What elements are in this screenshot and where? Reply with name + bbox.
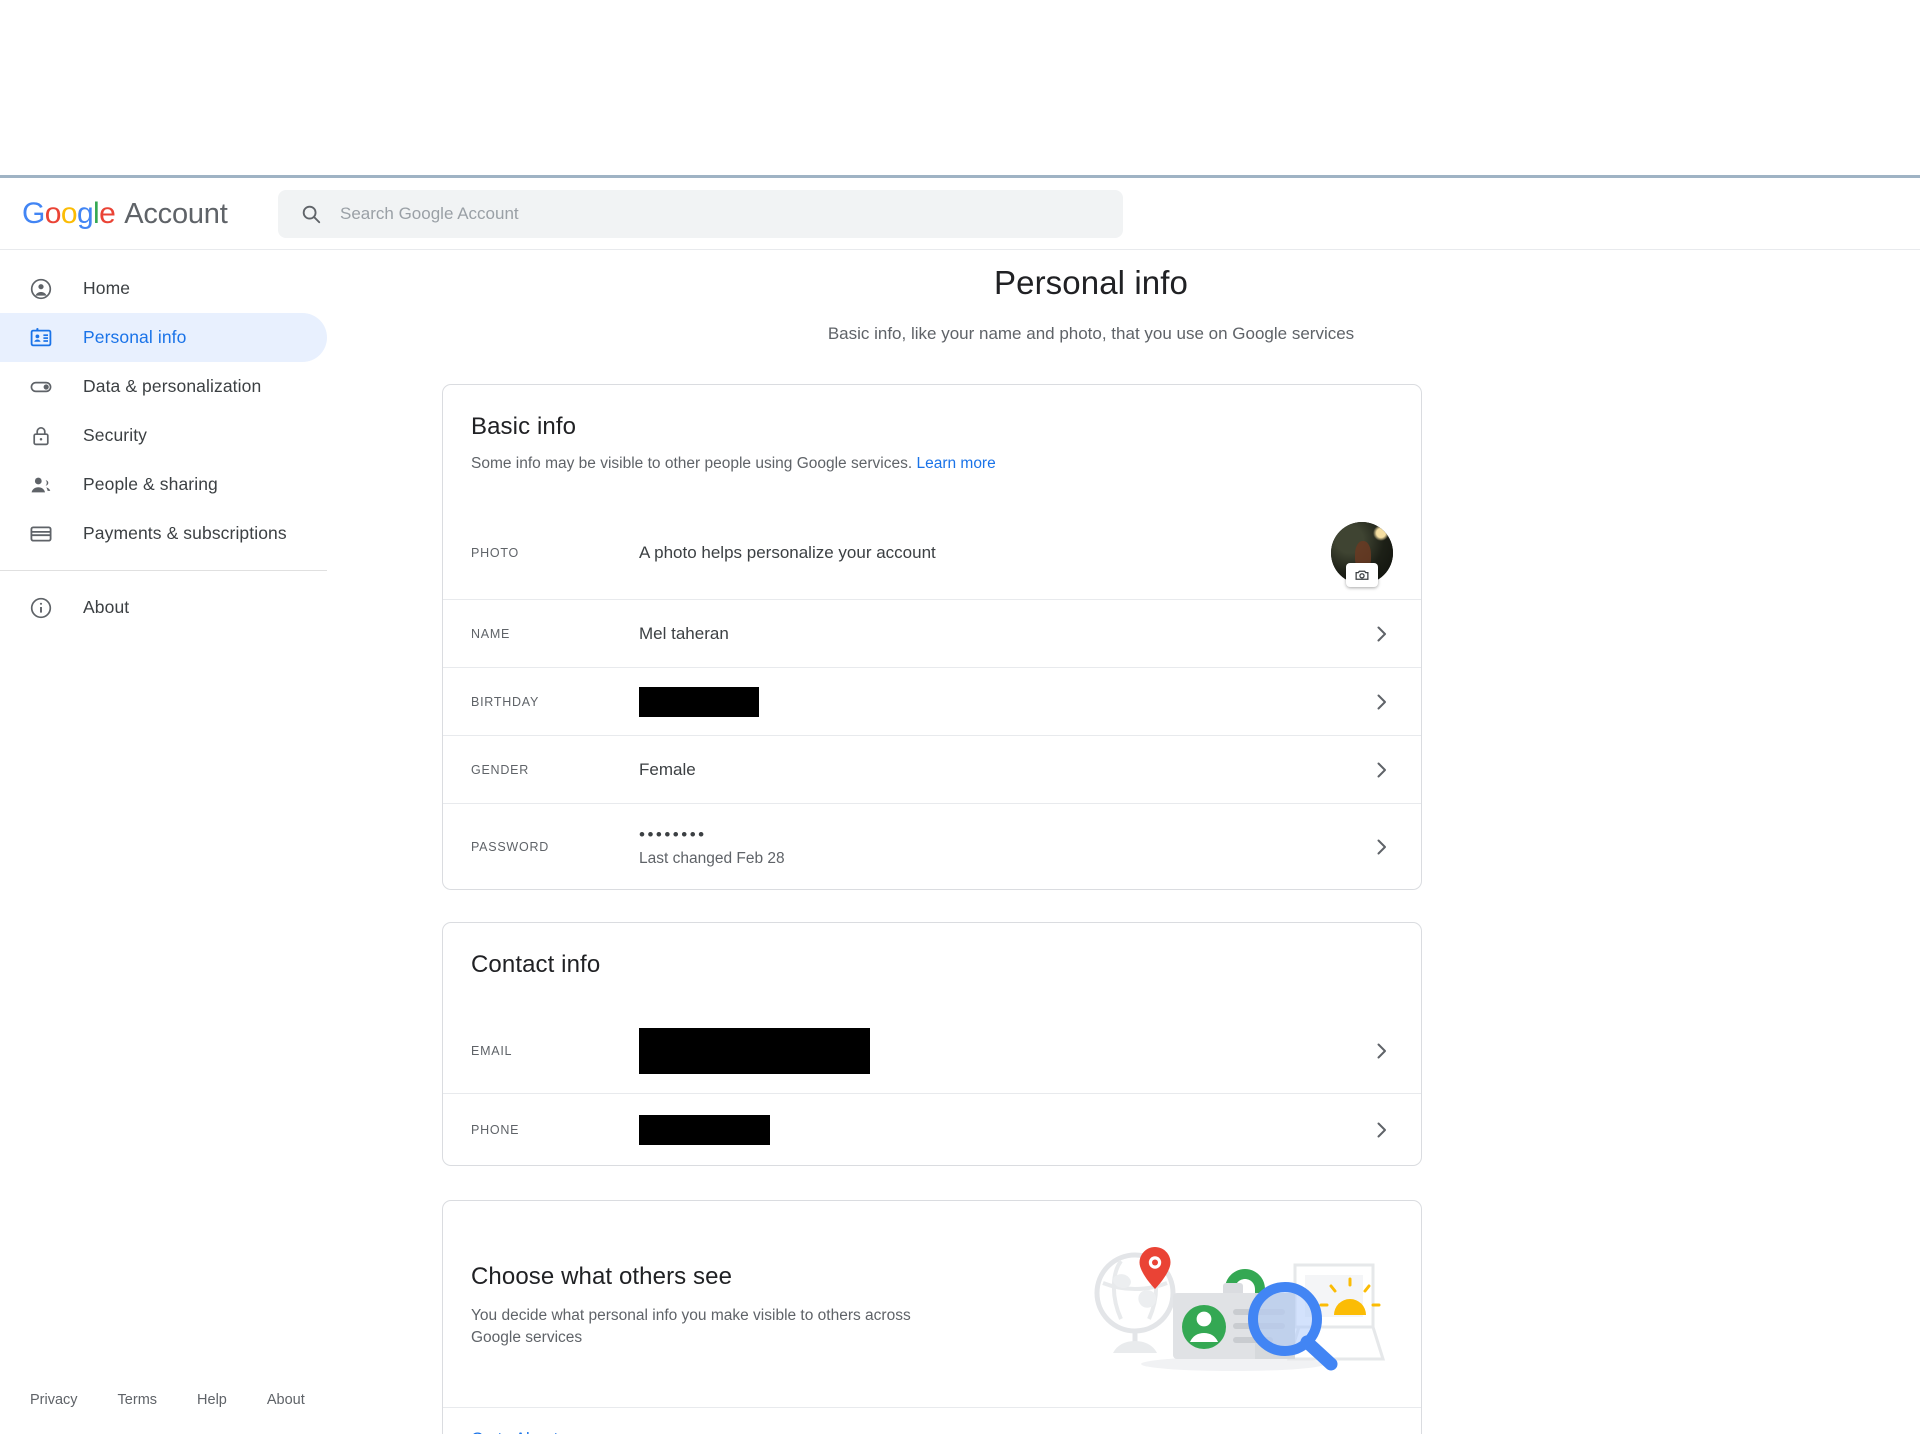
contact-info-title: Contact info bbox=[471, 951, 1393, 979]
sidebar-item-personal-info[interactable]: Personal info bbox=[0, 313, 327, 362]
sidebar-item-payments-subscriptions[interactable]: Payments & subscriptions bbox=[0, 509, 330, 558]
choose-card-body: Choose what others see You decide what p… bbox=[443, 1201, 1421, 1407]
brand-logo[interactable]: Google Account bbox=[22, 197, 254, 231]
redaction-bar-phone bbox=[639, 1115, 770, 1145]
chevron-right-icon bbox=[1369, 758, 1393, 782]
gender-value: Female bbox=[639, 760, 1357, 780]
photo-row-value: A photo helps personalize your account bbox=[639, 543, 1319, 563]
choose-what-others-see-card: Choose what others see You decide what p… bbox=[442, 1200, 1422, 1434]
footer-link-privacy[interactable]: Privacy bbox=[30, 1392, 78, 1408]
sidebar-item-people-sharing[interactable]: People & sharing bbox=[0, 460, 330, 509]
google-wordmark: Google bbox=[22, 197, 115, 231]
viewport-blank-area bbox=[0, 0, 1920, 175]
redaction-bar-email bbox=[639, 1028, 870, 1074]
footer-link-about[interactable]: About bbox=[267, 1392, 305, 1408]
name-value: Mel taheran bbox=[639, 624, 1357, 644]
choose-card-title: Choose what others see bbox=[471, 1263, 1053, 1291]
phone-value bbox=[639, 1115, 1357, 1145]
chevron-right-icon bbox=[1369, 622, 1393, 646]
password-last-changed: Last changed Feb 28 bbox=[639, 850, 1357, 868]
password-row[interactable]: PASSWORD •••••••• Last changed Feb 28 bbox=[443, 803, 1421, 889]
sidebar-item-about[interactable]: About bbox=[0, 583, 330, 632]
choose-card-footer: Go to About me bbox=[443, 1407, 1421, 1434]
contact-info-card: Contact info EMAIL PHONE bbox=[442, 922, 1422, 1166]
go-to-about-me-link[interactable]: Go to About me bbox=[471, 1430, 586, 1434]
row-label-photo: PHOTO bbox=[471, 546, 639, 560]
main-content: Personal info Basic info, like your name… bbox=[330, 264, 1920, 1434]
lock-icon bbox=[28, 423, 54, 449]
sidebar-item-label: People & sharing bbox=[83, 474, 218, 495]
choose-card-text: Choose what others see You decide what p… bbox=[471, 1263, 1073, 1349]
password-value: •••••••• Last changed Feb 28 bbox=[639, 826, 1357, 868]
chevron-right-icon bbox=[1369, 835, 1393, 859]
email-value bbox=[639, 1028, 1357, 1074]
sidebar-item-label: Home bbox=[83, 278, 130, 299]
phone-row[interactable]: PHONE bbox=[443, 1093, 1421, 1165]
row-label-gender: GENDER bbox=[471, 763, 639, 777]
app-header: Google Account bbox=[0, 178, 1920, 250]
password-mask: •••••••• bbox=[639, 826, 1357, 843]
page-footer: Privacy Terms Help About bbox=[30, 1392, 305, 1408]
sidebar-item-label: Payments & subscriptions bbox=[83, 523, 287, 544]
sidebar-item-label: About bbox=[83, 597, 129, 618]
page-title: Personal info bbox=[330, 264, 1920, 302]
footer-link-help[interactable]: Help bbox=[197, 1392, 227, 1408]
page-subtitle: Basic info, like your name and photo, th… bbox=[330, 324, 1920, 344]
privacy-visibility-illustration bbox=[1073, 1231, 1393, 1381]
birthday-row[interactable]: BIRTHDAY bbox=[443, 667, 1421, 735]
sidebar-nav: Home Personal info bbox=[0, 264, 330, 632]
account-circle-icon bbox=[28, 276, 54, 302]
choose-card-description: You decide what personal info you make v… bbox=[471, 1305, 941, 1349]
info-circle-icon bbox=[28, 595, 54, 621]
chevron-right-icon bbox=[1369, 1118, 1393, 1142]
sidebar-divider bbox=[0, 570, 327, 571]
credit-card-icon bbox=[28, 521, 54, 547]
row-label-phone: PHONE bbox=[471, 1123, 639, 1137]
brand-product-name: Account bbox=[124, 198, 227, 231]
photo-row[interactable]: PHOTO A photo helps personalize your acc… bbox=[443, 507, 1421, 599]
search-bar[interactable] bbox=[278, 190, 1123, 238]
basic-info-title: Basic info bbox=[471, 413, 1393, 441]
people-icon bbox=[28, 472, 54, 498]
row-label-email: EMAIL bbox=[471, 1044, 639, 1058]
camera-icon[interactable] bbox=[1346, 563, 1378, 587]
basic-info-description-text: Some info may be visible to other people… bbox=[471, 455, 912, 472]
basic-info-header: Basic info Some info may be visible to o… bbox=[443, 385, 1421, 475]
avatar[interactable] bbox=[1331, 522, 1393, 584]
gender-row[interactable]: GENDER Female bbox=[443, 735, 1421, 803]
email-row[interactable]: EMAIL bbox=[443, 1009, 1421, 1093]
row-label-birthday: BIRTHDAY bbox=[471, 695, 639, 709]
basic-info-card: Basic info Some info may be visible to o… bbox=[442, 384, 1422, 890]
search-input[interactable] bbox=[340, 204, 1123, 224]
row-label-name: NAME bbox=[471, 627, 639, 641]
sidebar-item-label: Security bbox=[83, 425, 147, 446]
chevron-right-icon bbox=[1369, 690, 1393, 714]
sidebar-item-label: Data & personalization bbox=[83, 376, 261, 397]
sidebar-item-security[interactable]: Security bbox=[0, 411, 330, 460]
basic-info-description: Some info may be visible to other people… bbox=[471, 453, 1393, 475]
toggle-switch-icon bbox=[28, 374, 54, 400]
id-card-icon bbox=[28, 325, 54, 351]
name-row[interactable]: NAME Mel taheran bbox=[443, 599, 1421, 667]
sidebar-item-label: Personal info bbox=[83, 327, 186, 348]
birthday-value bbox=[639, 687, 1357, 717]
sidebar-item-home[interactable]: Home bbox=[0, 264, 330, 313]
search-icon bbox=[300, 203, 322, 225]
redaction-bar-birthday bbox=[639, 687, 759, 717]
row-label-password: PASSWORD bbox=[471, 840, 639, 854]
contact-info-header: Contact info bbox=[443, 923, 1421, 983]
chevron-right-icon bbox=[1369, 1039, 1393, 1063]
sidebar-item-data-personalization[interactable]: Data & personalization bbox=[0, 362, 330, 411]
learn-more-link[interactable]: Learn more bbox=[916, 455, 995, 472]
page-root: Google Account Home bbox=[0, 0, 1920, 1434]
footer-link-terms[interactable]: Terms bbox=[118, 1392, 157, 1408]
